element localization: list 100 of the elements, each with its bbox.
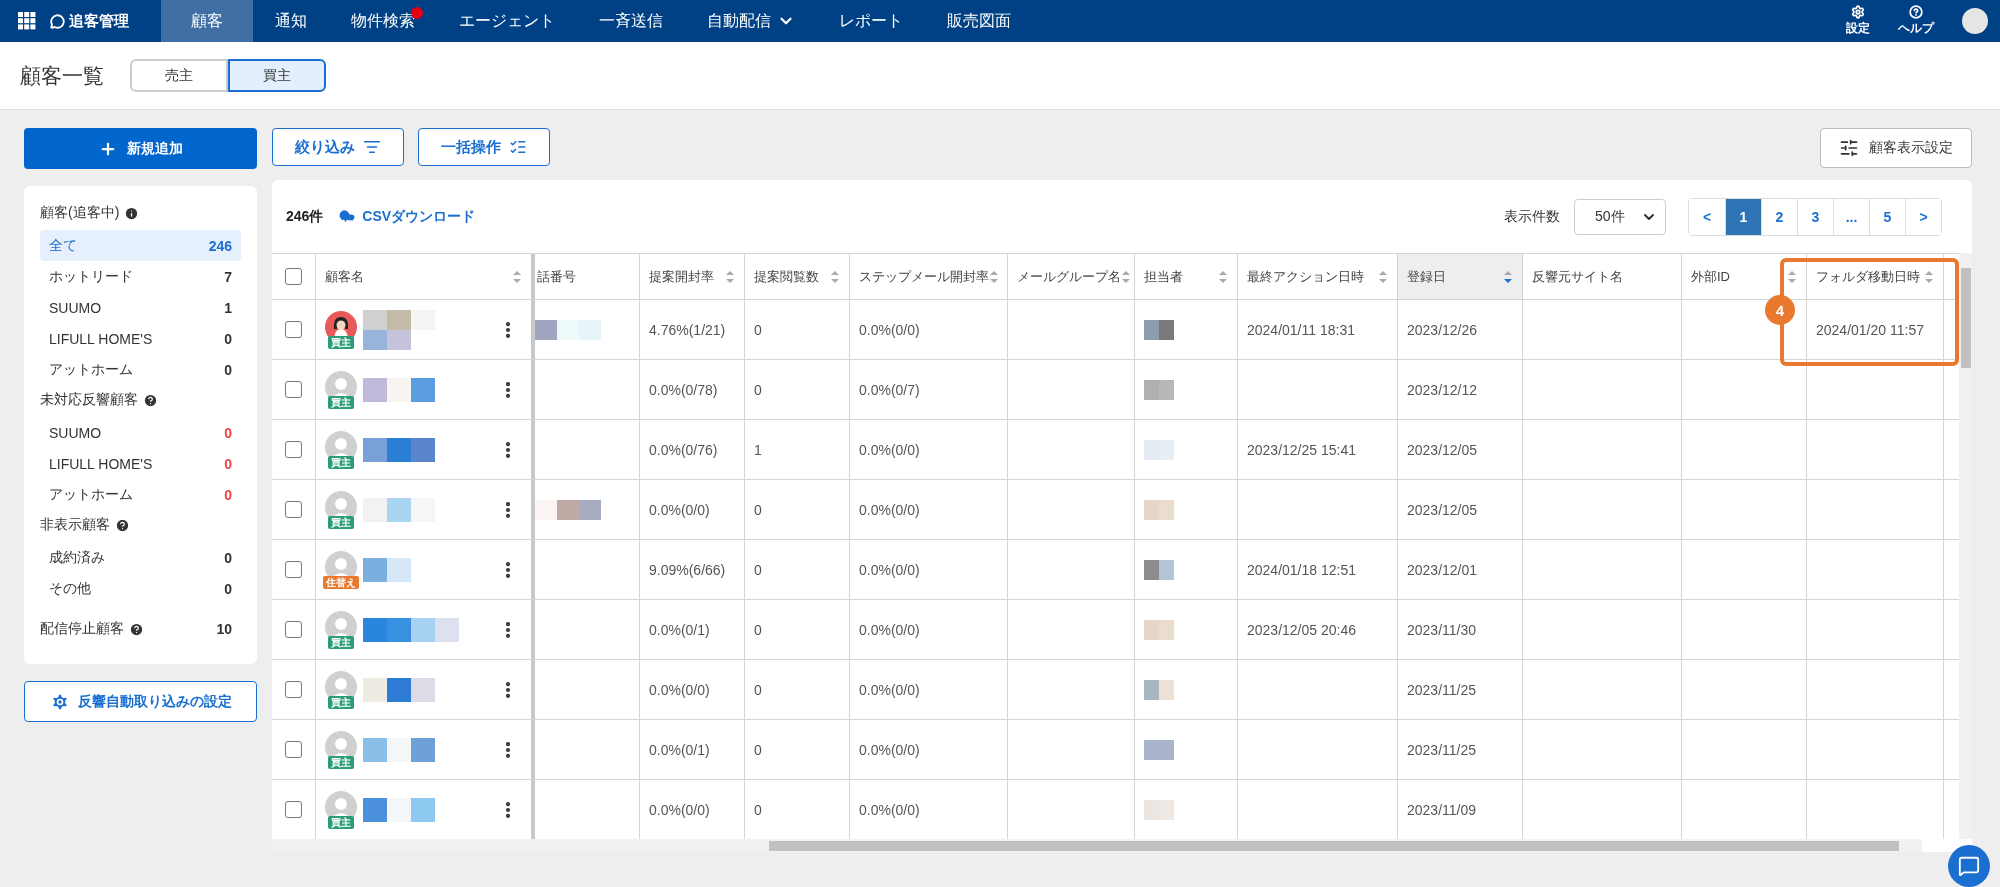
sidebar-item[interactable]: 全て 246 xyxy=(40,230,241,261)
table-cell: 0.0%(0/0) xyxy=(859,801,920,818)
table-cell: 0.0%(0/0) xyxy=(859,621,920,638)
checkbox[interactable] xyxy=(285,501,302,518)
checkbox[interactable] xyxy=(285,741,302,758)
app-grid-icon[interactable] xyxy=(18,12,36,30)
total-count: 246件 xyxy=(286,207,324,226)
horizontal-scrollbar[interactable] xyxy=(272,839,1922,852)
sort-icon[interactable] xyxy=(1218,269,1228,284)
filter-button[interactable]: 絞り込み xyxy=(272,128,404,166)
column-header[interactable]: 提案開封率 xyxy=(640,254,745,299)
redaction-mosaic xyxy=(1144,619,1174,640)
redaction-mosaic xyxy=(363,377,435,402)
settings-button[interactable]: 設定 xyxy=(1846,5,1870,37)
nav-tab[interactable]: 物件検索 xyxy=(329,0,437,42)
sort-icon[interactable] xyxy=(989,269,999,284)
segment-button[interactable]: 買主 xyxy=(228,59,326,92)
nav-tab[interactable]: 通知 xyxy=(253,0,329,42)
sort-icon[interactable] xyxy=(512,269,522,284)
redaction-mosaic xyxy=(363,309,435,350)
chat-icon xyxy=(1958,855,1980,877)
display-settings-button[interactable]: 顧客表示設定 xyxy=(1820,128,1972,168)
nav-tab[interactable]: 顧客 xyxy=(161,0,253,42)
redaction-mosaic xyxy=(1144,439,1174,460)
sidebar-item[interactable]: 成約済み 0 xyxy=(40,542,241,573)
sort-icon[interactable] xyxy=(830,269,840,284)
column-header[interactable]: 顧客名 xyxy=(316,254,535,299)
add-button[interactable]: 新規追加 xyxy=(24,128,257,169)
user-avatar[interactable] xyxy=(1962,8,1988,34)
checkbox[interactable] xyxy=(285,681,302,698)
checkbox[interactable] xyxy=(285,621,302,638)
nav-tab[interactable]: レポート xyxy=(817,0,925,42)
nav-tab[interactable]: 一斉送信 xyxy=(577,0,685,42)
segment-button[interactable]: 売主 xyxy=(130,59,228,92)
filter-icon xyxy=(363,138,381,156)
sliders-icon xyxy=(1839,138,1859,158)
sort-icon[interactable] xyxy=(1503,269,1513,284)
checkbox[interactable] xyxy=(285,321,302,338)
sidebar-item[interactable]: SUUMO 0 xyxy=(40,417,241,448)
chat-button[interactable] xyxy=(1948,845,1990,887)
table-cell: 0 xyxy=(754,561,762,578)
redaction-mosaic xyxy=(1144,499,1174,520)
table-cell: 2023/12/12 xyxy=(1407,381,1478,398)
group-title: 配信停止顧客 xyxy=(40,620,124,638)
table-cell: 0 xyxy=(754,681,762,698)
checkbox[interactable] xyxy=(285,441,302,458)
table-cell: 0.0%(0/0) xyxy=(859,741,920,758)
redaction-mosaic xyxy=(363,737,435,762)
csv-download-link[interactable]: CSVダウンロード xyxy=(337,206,476,227)
column-header[interactable]: フォルダ移動日時 xyxy=(1807,254,1944,299)
table-cell: 2023/12/01 xyxy=(1407,561,1478,578)
nav-tab[interactable]: エージェント xyxy=(437,0,577,42)
column-header[interactable]: 提案閲覧数 xyxy=(745,254,850,299)
page-title: 顧客一覧 xyxy=(20,62,104,89)
redaction-mosaic xyxy=(363,497,435,522)
table-cell: 0 xyxy=(754,381,762,398)
help-button[interactable]: ヘルプ xyxy=(1898,5,1934,37)
sidebar-item[interactable]: ホットリード 7 xyxy=(40,261,241,292)
sidebar-item[interactable]: アットホーム 0 xyxy=(40,479,241,510)
column-header[interactable]: 担当者 xyxy=(1135,254,1238,299)
nav-tab[interactable]: 販売図面 xyxy=(925,0,1033,42)
redaction-mosaic xyxy=(1144,379,1174,400)
table-cell: 2023/12/05 xyxy=(1407,441,1478,458)
sidebar-item[interactable]: LIFULL HOME'S 0 xyxy=(40,448,241,479)
table-cell: 0.0%(0/0) xyxy=(649,681,710,698)
page-size-select[interactable]: 50件 xyxy=(1574,198,1666,235)
page-button[interactable]: 1 xyxy=(1725,198,1761,235)
column-header[interactable]: 反響元サイト名 xyxy=(1523,254,1682,299)
group-title: 未対応反響顧客 xyxy=(40,391,138,409)
sidebar-item[interactable]: アットホーム 0 xyxy=(40,354,241,385)
sort-icon[interactable] xyxy=(1787,269,1797,284)
sort-icon[interactable] xyxy=(725,269,735,284)
sort-icon[interactable] xyxy=(1378,269,1388,284)
gear-icon xyxy=(1851,5,1865,19)
page-button[interactable]: > xyxy=(1905,198,1941,235)
column-header[interactable]: ステップメール開封率 xyxy=(850,254,1008,299)
sort-icon[interactable] xyxy=(1121,269,1131,284)
table-cell: 0.0%(0/1) xyxy=(649,741,710,758)
vertical-scrollbar[interactable] xyxy=(1959,253,1972,839)
bulk-action-button[interactable]: 一括操作 xyxy=(418,128,550,166)
sort-icon[interactable] xyxy=(1924,269,1934,284)
table-cell: 2023/11/30 xyxy=(1407,621,1477,638)
checkbox[interactable] xyxy=(285,561,302,578)
app-logo[interactable]: 追客管理 xyxy=(50,11,129,31)
table-cell: 0 xyxy=(754,501,762,518)
table-cell: 2023/12/05 20:46 xyxy=(1247,621,1356,638)
redaction-mosaic xyxy=(1144,739,1174,760)
sidebar-item[interactable]: LIFULL HOME'S 0 xyxy=(40,323,241,354)
sidebar-item[interactable]: SUUMO 1 xyxy=(40,292,241,323)
nav-tab[interactable]: 自動配信 xyxy=(685,0,817,42)
column-header[interactable]: メールグループ名 xyxy=(1008,254,1135,299)
checkbox[interactable] xyxy=(285,268,302,285)
column-header[interactable]: 話番号 xyxy=(535,254,640,299)
redaction-mosaic xyxy=(1144,559,1174,580)
checkbox[interactable] xyxy=(285,381,302,398)
auto-import-settings-button[interactable]: 反響自動取り込みの設定 xyxy=(24,681,257,722)
table-cell: 2024/01/18 12:51 xyxy=(1247,561,1356,578)
checkbox[interactable] xyxy=(285,801,302,818)
sidebar-item[interactable]: その他 0 xyxy=(40,573,241,604)
column-header[interactable]: 登録日 xyxy=(1398,254,1523,299)
